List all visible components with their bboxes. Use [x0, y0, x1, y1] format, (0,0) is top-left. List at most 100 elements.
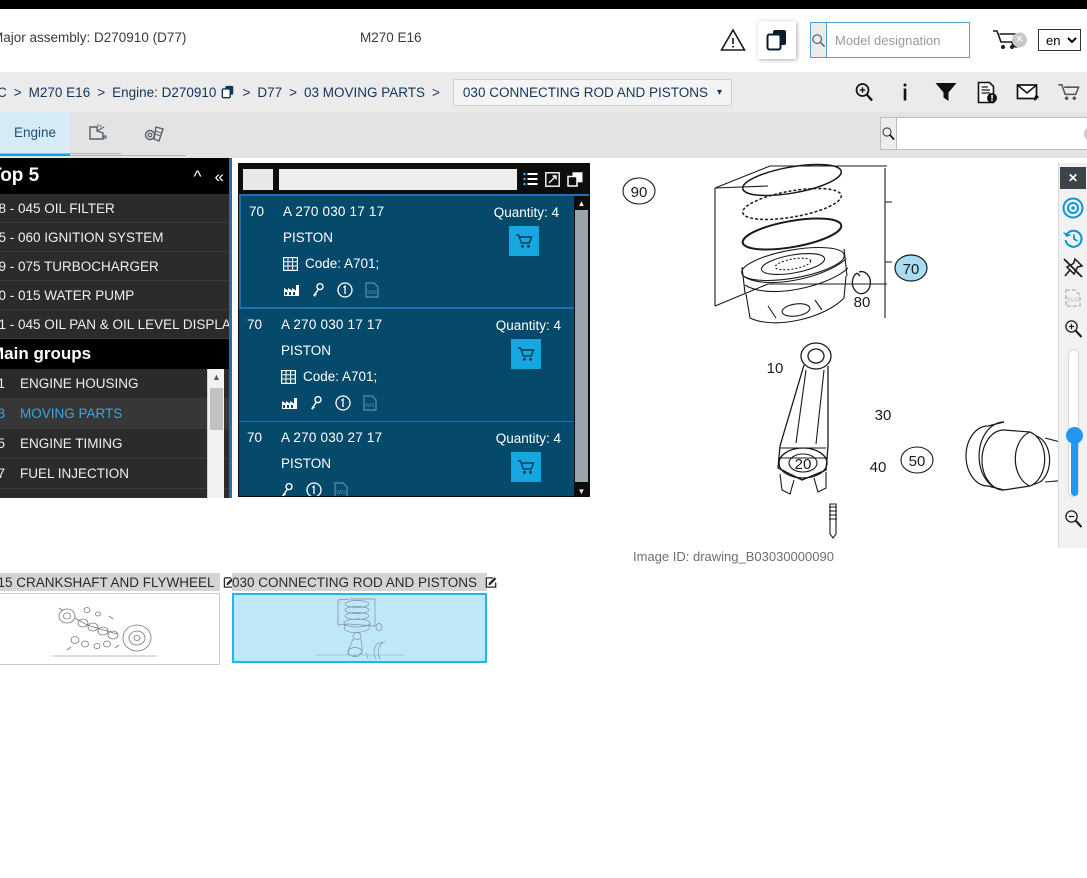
scrollbar-thumb[interactable] — [575, 210, 588, 482]
top5-title: Top 5 — [0, 165, 40, 186]
main-group-item-03[interactable]: 03 MOVING PARTS — [0, 399, 232, 429]
target-focus-icon[interactable] — [1059, 193, 1087, 223]
info-icon[interactable] — [893, 79, 917, 105]
part-row[interactable]: 70 A 270 030 17 17 PISTON Code: A701; WI… — [239, 196, 589, 309]
breadcrumb-separator: > — [242, 84, 251, 100]
tab-oil-can[interactable] — [70, 112, 129, 156]
scroll-up-arrow-icon[interactable]: ▲ — [574, 196, 589, 210]
svg-export-icon[interactable]: SVG — [1059, 283, 1087, 313]
search-icon[interactable] — [881, 118, 897, 149]
parts-list: 70 A 270 030 17 17 PISTON Code: A701; WI… — [239, 194, 589, 496]
thumbnail-title-bar[interactable]: 015 CRANKSHAFT AND FLYWHEEL — [0, 573, 234, 591]
top5-header: Top 5 ^ « — [0, 158, 232, 194]
main-groups-scrollbar[interactable]: ▲ ▼ — [207, 369, 224, 498]
parts-scrollbar[interactable]: ▲ ▼ — [574, 196, 589, 496]
thumbnail-image-connecting-rod[interactable] — [232, 593, 487, 663]
wis-document-icon[interactable]: WIS — [334, 482, 348, 496]
filter-icon[interactable] — [934, 79, 958, 105]
tab-fasteners[interactable] — [128, 112, 187, 156]
factory-icon[interactable] — [283, 283, 300, 297]
model-search-input[interactable] — [827, 23, 1033, 57]
copy-documents-icon[interactable] — [758, 21, 796, 59]
breadcrumb-item-model[interactable]: M270 E16 — [29, 85, 91, 100]
tab-engine[interactable]: Engine — [0, 112, 71, 156]
key-icon[interactable] — [310, 395, 323, 411]
breadcrumb-active-dropdown[interactable]: 030 CONNECTING ROD AND PISTONS ▾ — [452, 78, 733, 106]
breadcrumb-item-engine[interactable]: Engine: D270910 — [112, 85, 216, 100]
key-icon[interactable] — [281, 482, 294, 496]
list-view-icon[interactable] — [523, 172, 538, 186]
tab-row: Engine ✕ — [0, 112, 1087, 158]
clear-icon[interactable]: ✕ — [1012, 32, 1027, 48]
cart-icon[interactable] — [1057, 79, 1081, 105]
wis-document-icon[interactable]: WIS — [365, 282, 379, 298]
main-group-label: FUEL INJECTION — [20, 466, 130, 481]
parts-search-box[interactable]: ✕ — [880, 117, 1087, 150]
zoom-slider[interactable] — [1065, 349, 1083, 497]
scrollbar-thumb[interactable] — [210, 388, 223, 430]
part-row[interactable]: 70 A 270 030 27 17 PISTON WIS Quantity: … — [239, 422, 589, 496]
cart-icon[interactable] — [511, 339, 541, 369]
double-chevron-left-icon[interactable]: « — [215, 168, 224, 185]
copy-icon[interactable] — [221, 85, 235, 99]
thumbnail-card-connecting-rod[interactable]: 030 CONNECTING ROD AND PISTONS — [232, 573, 497, 663]
top5-item[interactable]: 09 - 075 TURBOCHARGER — [0, 252, 232, 281]
part-row[interactable]: 70 A 270 030 17 17 PISTON Code: A701; WI… — [239, 309, 589, 422]
top5-item[interactable]: 15 - 060 IGNITION SYSTEM — [0, 223, 232, 252]
wis-document-icon[interactable]: WIS — [363, 395, 377, 411]
main-group-item-07[interactable]: 07 FUEL INJECTION — [0, 459, 232, 489]
copy-icon[interactable] — [567, 171, 583, 187]
zoom-slider-knob[interactable] — [1065, 427, 1083, 444]
top-black-strip — [0, 0, 1087, 9]
part-code-label: Code: A701; — [305, 256, 380, 271]
key-icon[interactable] — [312, 282, 325, 298]
thumbnail-title-bar[interactable]: 030 CONNECTING ROD AND PISTONS — [232, 573, 497, 591]
warning-triangle-icon[interactable] — [716, 23, 750, 57]
technical-drawing[interactable]: 90 70 80 10 30 40 50 20 — [600, 158, 1060, 548]
zoom-in-icon[interactable] — [1059, 313, 1087, 343]
parts-pos-filter-box[interactable] — [243, 168, 273, 190]
callout-10: 10 — [767, 360, 784, 377]
number-one-circle-icon[interactable] — [337, 282, 353, 298]
document-alert-icon[interactable] — [975, 79, 999, 105]
mail-edit-icon[interactable] — [1016, 79, 1040, 105]
zoom-search-icon[interactable] — [852, 79, 876, 105]
zoom-out-icon[interactable] — [1059, 503, 1087, 533]
breadcrumb-toolbar — [852, 79, 1081, 105]
main-group-label: ENGINE TIMING — [20, 436, 123, 451]
number-one-circle-icon[interactable] — [306, 482, 322, 496]
top5-item[interactable]: 01 - 045 OIL PAN & OIL LEVEL DISPLAY — [0, 310, 232, 339]
breadcrumb-item-moving-parts[interactable]: 03 MOVING PARTS — [304, 85, 425, 100]
breadcrumb-item-d77[interactable]: D77 — [257, 85, 282, 100]
thumbnail-card-crankshaft[interactable]: 015 CRANKSHAFT AND FLYWHEEL — [0, 573, 234, 665]
breadcrumb-item-pc[interactable]: PC — [0, 85, 7, 100]
main-group-item-05[interactable]: 05 ENGINE TIMING — [0, 429, 232, 459]
main-group-item-09[interactable]: 09 AIR CLEANER AND ENGINE — [0, 489, 232, 499]
expand-icon[interactable] — [545, 171, 560, 187]
history-undo-icon[interactable] — [1059, 223, 1087, 253]
factory-icon[interactable] — [281, 396, 298, 410]
close-icon[interactable]: ✕ — [1059, 163, 1087, 193]
cart-icon[interactable] — [509, 226, 539, 256]
main-group-item-01[interactable]: 01 ENGINE HOUSING — [0, 369, 232, 399]
scroll-up-arrow-icon[interactable]: ▲ — [208, 369, 225, 385]
part-action-icons: WIS — [283, 282, 587, 298]
top5-item[interactable]: 20 - 015 WATER PUMP — [0, 281, 232, 310]
part-name: PISTON — [283, 230, 334, 245]
unpin-icon[interactable] — [1059, 253, 1087, 283]
number-one-circle-icon[interactable] — [335, 395, 351, 411]
edit-icon[interactable] — [485, 576, 498, 589]
top5-item[interactable]: 18 - 045 OIL FILTER — [0, 194, 232, 223]
search-icon[interactable] — [811, 23, 827, 57]
parts-text-filter-box[interactable] — [279, 168, 517, 190]
language-select[interactable]: en — [1038, 29, 1081, 51]
thumbnail-image-crankshaft[interactable] — [0, 593, 220, 665]
chevron-up-icon[interactable]: ^ — [194, 168, 202, 185]
model-search-box[interactable]: ✕ — [810, 22, 1033, 58]
scroll-down-arrow-icon[interactable]: ▼ — [574, 484, 589, 496]
fastener-icon — [142, 121, 172, 147]
cart-icon[interactable] — [511, 452, 541, 482]
parts-search-input[interactable] — [897, 118, 1087, 149]
callout-90: 90 — [631, 184, 648, 201]
part-code-row: Code: A701; — [283, 256, 587, 271]
